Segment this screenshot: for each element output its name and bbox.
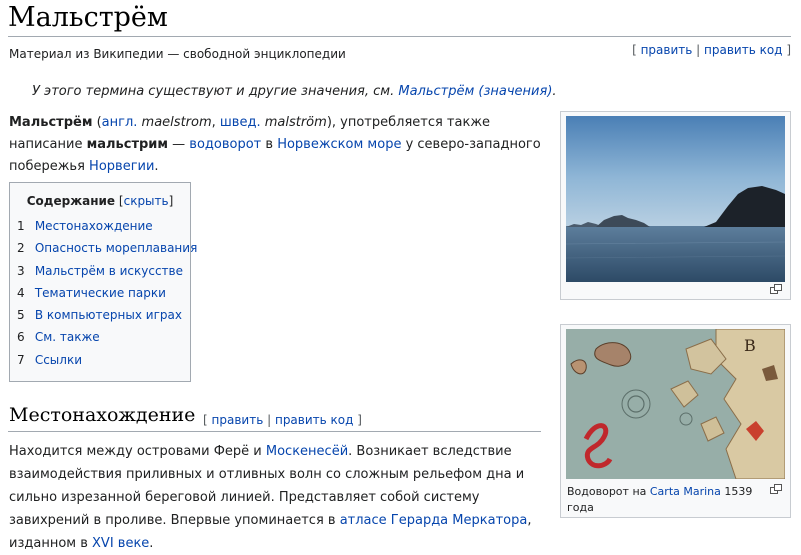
intro-paragraph: Мальстрём (англ. maelstrom, швед. malstr… <box>9 112 544 178</box>
toc-item[interactable]: 5 В компьютерных играх <box>17 307 197 329</box>
bracket-close: ] <box>786 43 791 57</box>
toc-link[interactable]: Местонахождение <box>35 219 153 233</box>
alt-spelling-bold: мальстрим <box>86 137 169 152</box>
section-edit-link[interactable]: править <box>212 413 264 427</box>
section-text: Находится между островами Ферё и <box>9 444 266 459</box>
bracket-open: [ <box>203 413 208 427</box>
separator: | <box>696 43 701 57</box>
section-divider <box>8 431 541 432</box>
section-text: . <box>149 536 154 551</box>
norwegian-sea-link[interactable]: Норвежском море <box>277 137 401 152</box>
toc-header: Содержание [скрыть] <box>10 194 190 208</box>
page-subtitle: Материал из Википедии — свободной энцикл… <box>9 47 346 61</box>
bracket-open: [ <box>632 43 637 57</box>
toc-link[interactable]: Опасность мореплавания <box>35 241 197 255</box>
bracket-close: ] <box>357 413 362 427</box>
page-edit-links: [ править | править код ] <box>632 43 791 57</box>
toc-item[interactable]: 7 Ссылки <box>17 352 197 374</box>
toc-link[interactable]: Ссылки <box>35 353 82 367</box>
carta-marina-image[interactable]: B <box>566 329 785 479</box>
toc-toggle-bracket: ] <box>168 194 174 208</box>
hatnote: У этого термина существуют и другие знач… <box>32 84 557 99</box>
toc-item[interactable]: 4 Тематические парки <box>17 285 197 307</box>
edit-link[interactable]: править <box>641 43 693 57</box>
toc-list: 1 Местонахождение 2 Опасность мореплаван… <box>17 218 197 374</box>
toc-number: 5 <box>17 308 25 323</box>
toc-link[interactable]: В компьютерных играх <box>35 308 182 322</box>
section-edit-code-link[interactable]: править код <box>275 413 353 427</box>
whirlpool-link[interactable]: водоворот <box>189 137 261 152</box>
english-term: maelstrom <box>137 115 212 130</box>
toc-number: 6 <box>17 330 25 345</box>
seascape-photo[interactable] <box>566 116 785 282</box>
toc-number: 4 <box>17 285 25 300</box>
toc-link[interactable]: См. также <box>35 330 100 344</box>
disambiguation-link[interactable]: Мальстрём (значения) <box>398 84 552 99</box>
hatnote-period: . <box>552 84 557 99</box>
century-link[interactable]: XVI век <box>92 536 141 551</box>
thumbnail-caption: Водоворот на Carta Marina 1539 года <box>567 484 757 516</box>
mercator-atlas-link[interactable]: атласе Герарда Меркатора <box>340 513 528 528</box>
intro-text: в <box>261 137 278 152</box>
moskenesoy-link[interactable]: Москенесёй <box>266 444 348 459</box>
section-edit-links: [ править | править код ] <box>203 413 362 427</box>
intro-text: , <box>211 115 220 130</box>
section-heading: Местонахождение <box>9 404 196 426</box>
toc-hide-toggle[interactable]: скрыть <box>124 194 169 208</box>
toc-title: Содержание <box>26 194 116 208</box>
toc-link[interactable]: Мальстрём в искусстве <box>35 264 183 278</box>
toc-number: 7 <box>17 352 25 367</box>
toc-item[interactable]: 6 См. также <box>17 329 197 351</box>
swedish-term: malström <box>260 115 327 130</box>
english-link[interactable]: англ. <box>102 115 138 130</box>
toc-number: 1 <box>17 219 25 233</box>
intro-text: — <box>168 137 190 152</box>
magnify-icon[interactable] <box>770 484 782 494</box>
edit-code-link[interactable]: править код <box>704 43 782 57</box>
section-paragraph: Находится между островами Ферё и Москене… <box>9 440 544 555</box>
toc-item[interactable]: 2 Опасность мореплавания <box>17 240 197 262</box>
toc-number: 3 <box>17 263 25 278</box>
thumbnail-carta-marina: B Водоворот на Carta Marina 1539 года <box>560 324 791 518</box>
carta-marina-link[interactable]: Carta Marina <box>650 485 721 498</box>
table-of-contents: Содержание [скрыть] 1 Местонахождение 2 … <box>9 182 197 382</box>
magnify-icon[interactable] <box>770 284 782 294</box>
toc-item[interactable]: 1 Местонахождение <box>17 218 197 240</box>
toc-link[interactable]: Тематические парки <box>35 286 166 300</box>
thumbnail-seascape <box>560 111 791 300</box>
separator: | <box>267 413 272 427</box>
title-divider <box>8 36 791 37</box>
toc-number: 2 <box>17 241 25 256</box>
caption-text: Водоворот на <box>567 485 650 498</box>
toc-item[interactable]: 3 Мальстрём в искусстве <box>17 263 197 285</box>
intro-text: ( <box>92 115 102 130</box>
intro-text: . <box>154 159 159 174</box>
swedish-link[interactable]: швед. <box>220 115 261 130</box>
norway-link[interactable]: Норвегии <box>89 159 154 174</box>
hatnote-text: У этого термина существуют и другие знач… <box>32 84 395 99</box>
page-title: Мальстрём <box>8 2 168 33</box>
map-letter: B <box>744 336 756 355</box>
term-bold: Мальстрём <box>9 115 93 130</box>
